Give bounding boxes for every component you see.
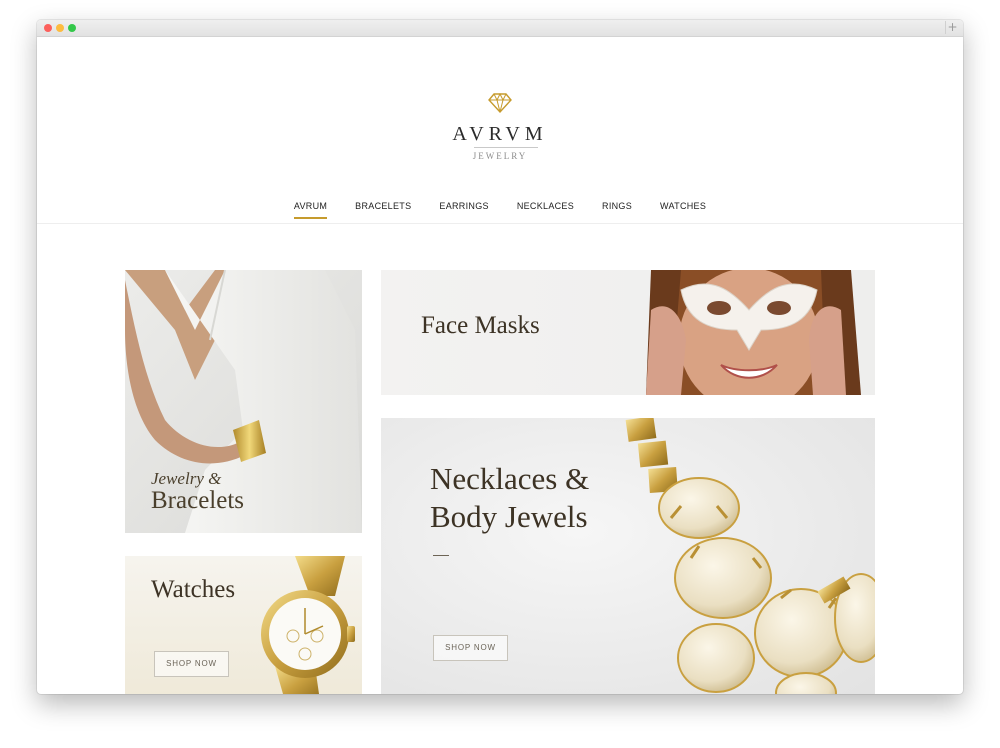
necklaces-title-line1: Necklaces &: [430, 461, 590, 496]
maximize-window-button[interactable]: [68, 24, 76, 32]
brand-name[interactable]: AVRVM: [400, 123, 600, 146]
watches-card-title: Watches: [151, 576, 236, 603]
brand-subtitle: JEWELRY: [472, 151, 528, 161]
close-window-button[interactable]: [44, 24, 52, 32]
bracelets-card-title: Jewelry & Bracelets: [151, 469, 244, 515]
nav-item-earrings[interactable]: EARRINGS: [439, 200, 488, 216]
browser-window: + AVRVM JEWELRY AVRUM BRACELETS EARRINGS…: [37, 20, 963, 694]
necklaces-shop-now-button[interactable]: SHOP NOW: [433, 635, 508, 661]
header-divider: [37, 223, 963, 224]
site-page: AVRVM JEWELRY AVRUM BRACELETS EARRINGS N…: [37, 37, 963, 694]
watches-shop-now-button[interactable]: SHOP NOW: [154, 651, 229, 677]
brand-divider: [474, 147, 538, 148]
nav-item-watches[interactable]: WATCHES: [660, 200, 706, 216]
nav-item-avrum[interactable]: AVRUM: [293, 200, 328, 219]
nav-item-bracelets[interactable]: BRACELETS: [355, 200, 411, 216]
face-masks-card[interactable]: Face Masks: [381, 270, 875, 395]
diamond-logo-icon[interactable]: [487, 93, 513, 113]
face-masks-card-title: Face Masks: [421, 312, 540, 339]
bracelets-card[interactable]: Jewelry & Bracelets: [125, 270, 362, 533]
main-nav: AVRUM BRACELETS EARRINGS NECKLACES RINGS…: [37, 200, 963, 219]
nav-item-rings[interactable]: RINGS: [602, 200, 632, 216]
title-dash-divider: [433, 555, 449, 556]
minimize-window-button[interactable]: [56, 24, 64, 32]
new-tab-icon[interactable]: +: [945, 21, 959, 34]
necklaces-card-title: Necklaces & Body Jewels: [430, 460, 589, 536]
title-bar: +: [37, 20, 963, 37]
bracelets-title-line1: Jewelry &: [151, 469, 222, 488]
watches-card[interactable]: Watches SHOP NOW: [125, 556, 362, 694]
bracelets-title-line2: Bracelets: [151, 487, 245, 514]
necklaces-card[interactable]: Necklaces & Body Jewels SHOP NOW: [381, 418, 875, 694]
nav-item-necklaces[interactable]: NECKLACES: [517, 200, 574, 216]
necklaces-title-line2: Body Jewels: [430, 499, 588, 534]
